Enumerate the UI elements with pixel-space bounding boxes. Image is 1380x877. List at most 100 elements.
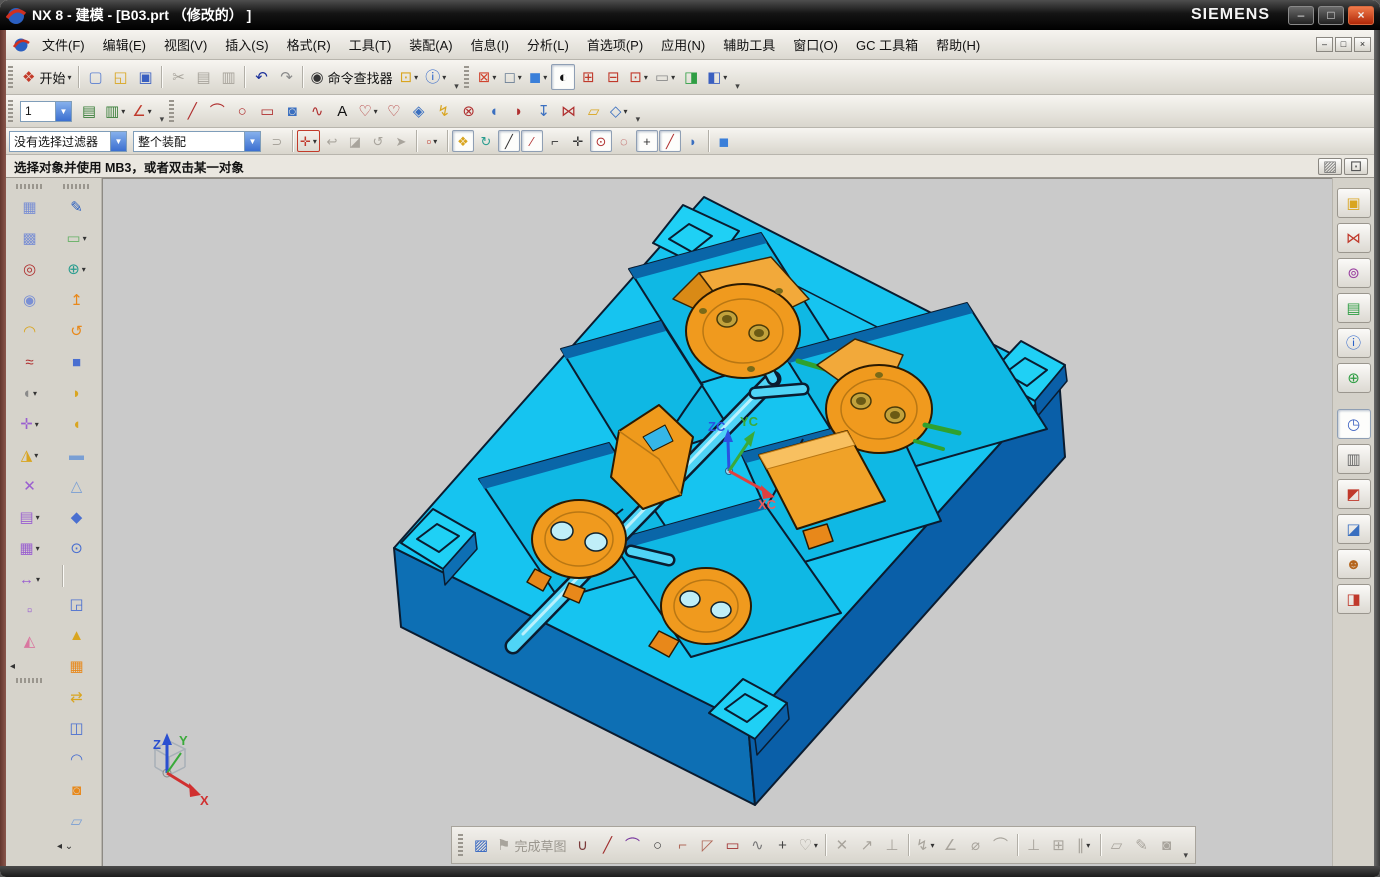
move-object-button[interactable]: ⇄ — [59, 683, 95, 711]
assembly-navigator-tab[interactable]: ▣ — [1337, 188, 1371, 218]
menu-view[interactable]: 视图(V) — [155, 32, 216, 57]
dropdown-arrow-icon[interactable]: ▾ — [83, 234, 87, 243]
selection-filter-combo[interactable]: 没有选择过滤器 ▼ — [9, 131, 127, 152]
redo-button[interactable]: ↷ — [274, 64, 298, 90]
pattern-curve-button[interactable]: ♡ — [382, 98, 406, 124]
intersection-curve-button[interactable]: ◖ — [482, 98, 506, 124]
dropdown-arrow-icon[interactable]: ▾ — [931, 841, 935, 850]
dropdown-arrow-icon[interactable]: ▾ — [814, 841, 818, 850]
boss-button[interactable]: ▲ — [59, 621, 95, 649]
rectangle-select-button[interactable]: ▫▾ — [421, 130, 443, 152]
line-button[interactable]: ╱ — [180, 98, 204, 124]
polygon-button[interactable]: ♡▾ — [355, 98, 380, 124]
layer-combo[interactable]: 1 ▼ — [20, 101, 72, 122]
shaded-view-button[interactable]: ◼▾ — [526, 64, 550, 90]
toolbar-grip[interactable] — [458, 834, 463, 856]
dropdown-arrow-icon[interactable]: ▾ — [644, 73, 648, 82]
hole-button[interactable]: ⊙ — [59, 534, 95, 562]
emboss-button[interactable]: ▬ — [59, 441, 95, 469]
menu-tools[interactable]: 工具(T) — [340, 32, 401, 57]
studio-spline-button[interactable]: ∿ — [305, 98, 329, 124]
toolbar-overflow-arrow[interactable]: ▾ — [636, 114, 641, 127]
split-body-button[interactable]: ◠ — [59, 745, 95, 773]
sketch-button[interactable]: ✎ — [59, 193, 95, 221]
through-curve-mesh-button[interactable]: ▩ — [12, 224, 48, 252]
hd3d-tools-tab[interactable]: ⓘ — [1337, 328, 1371, 358]
in-context-curve-button[interactable]: ▱ — [582, 98, 606, 124]
toolbar-grip[interactable] — [8, 100, 13, 122]
toolbar-grip[interactable] — [16, 184, 44, 189]
menu-format[interactable]: 格式(R) — [278, 32, 340, 57]
wcs-display-button[interactable]: ∠▾ — [129, 98, 154, 124]
sketch-arc-button[interactable]: ⌒ — [620, 832, 644, 858]
maximize-button[interactable]: □ — [1318, 6, 1344, 25]
draft-button[interactable]: △ — [59, 472, 95, 500]
new-button[interactable]: ▢ — [83, 64, 107, 90]
system-scenes-tab[interactable]: ◨ — [1337, 584, 1371, 614]
quadrant-point-toggle[interactable]: ◌ — [613, 130, 635, 152]
dropdown-arrow-icon[interactable]: ▾ — [518, 73, 522, 82]
toolbar-grip[interactable] — [8, 66, 13, 88]
end-point-toggle[interactable]: ╱ — [498, 130, 520, 152]
dropdown-arrow-icon[interactable]: ▾ — [313, 137, 317, 146]
menu-assemblies[interactable]: 装配(A) — [400, 32, 461, 57]
dropdown-arrow-icon[interactable]: ▾ — [414, 73, 418, 82]
studio-spline-tools-button[interactable]: ◎ — [12, 255, 48, 283]
point-on-curve-toggle[interactable]: ╱ — [659, 130, 681, 152]
user-tools-button[interactable]: ⊡▾ — [397, 64, 422, 90]
toolbar-collapse-arrow[interactable]: ◂ — [10, 661, 15, 672]
menu-analysis[interactable]: 分析(L) — [518, 32, 578, 57]
dropdown-arrow-icon[interactable]: ▾ — [374, 107, 378, 116]
system-editors-tab[interactable]: ▥ — [1337, 444, 1371, 474]
sketch-rectangle-button[interactable]: ▭ — [720, 832, 744, 858]
general-select-filter-button[interactable]: ✛▾ — [297, 130, 320, 152]
shell-button[interactable]: ◲ — [59, 590, 95, 618]
chevron-down-icon[interactable]: ▼ — [55, 102, 71, 121]
arc-center-toggle[interactable]: ⊙ — [590, 130, 612, 152]
save-button[interactable]: ▣ — [133, 64, 157, 90]
clip-navigator-button[interactable]: ▨ — [1318, 158, 1342, 175]
sketch-point-button[interactable]: + — [770, 832, 794, 858]
background-button[interactable]: ▭▾ — [652, 64, 678, 90]
delete-face-button[interactable]: ✕ — [12, 472, 48, 500]
fit-view-button[interactable]: ◻▾ — [500, 64, 524, 90]
undo-button[interactable]: ↶ — [249, 64, 273, 90]
toolbar-grip[interactable] — [63, 184, 91, 189]
combined-projection-button[interactable]: ⋈ — [557, 98, 581, 124]
menu-help[interactable]: 帮助(H) — [927, 32, 989, 57]
mdi-restore-button[interactable]: □ — [1335, 37, 1352, 52]
dropdown-arrow-icon[interactable]: ▾ — [623, 107, 627, 116]
dropdown-arrow-icon[interactable]: ▾ — [36, 544, 40, 553]
trim-body-button[interactable]: ◫ — [59, 714, 95, 742]
close-button[interactable]: × — [1348, 6, 1374, 25]
convex-body-button[interactable]: ◆ — [59, 503, 95, 531]
helix-button[interactable]: ↯ — [432, 98, 456, 124]
menu-gc-toolbox[interactable]: GC 工具箱 — [847, 32, 927, 57]
dropdown-arrow-icon[interactable]: ▾ — [671, 73, 675, 82]
sketch-spline-button[interactable]: ∿ — [745, 832, 769, 858]
profile-button[interactable]: ∪ — [570, 832, 594, 858]
minimize-button[interactable]: – — [1288, 6, 1314, 25]
sweep-along-guide-button[interactable]: ◗ — [59, 379, 95, 407]
point-on-surface-toggle[interactable]: ◗ — [682, 130, 704, 152]
dropdown-arrow-icon[interactable]: ▾ — [148, 107, 152, 116]
project-curve-button[interactable]: ↧ — [532, 98, 556, 124]
dropdown-arrow-icon[interactable]: ▾ — [442, 73, 446, 82]
pull-face-button[interactable]: ◮▾ — [12, 441, 48, 469]
chevron-down-icon[interactable]: ▼ — [110, 132, 126, 151]
group-face-button[interactable]: ▫ — [12, 596, 48, 624]
open-button[interactable]: ◱ — [108, 64, 132, 90]
move-face-button[interactable]: ✛▾ — [12, 410, 48, 438]
dropdown-arrow-icon[interactable]: ▾ — [35, 420, 39, 429]
dropdown-arrow-icon[interactable]: ▾ — [723, 73, 727, 82]
sketch-line-button[interactable]: ╱ — [595, 832, 619, 858]
toolbar-collapse-arrow[interactable]: ◂ ⌄ — [57, 841, 73, 852]
wrap-curve-button[interactable]: ◇▾ — [607, 98, 631, 124]
roles-tab[interactable]: ☻ — [1337, 549, 1371, 579]
display-plane-button[interactable]: ◧▾ — [704, 64, 730, 90]
toolbar-overflow-arrow[interactable]: ▾ — [160, 114, 165, 127]
toolbar-overflow-arrow[interactable]: ▾ — [1184, 850, 1189, 863]
rotate-view-button[interactable]: ◐ — [551, 64, 575, 90]
toolbar-overflow-arrow[interactable]: ▾ — [735, 81, 740, 94]
shaded-snap-button[interactable]: ◼ — [713, 130, 735, 152]
